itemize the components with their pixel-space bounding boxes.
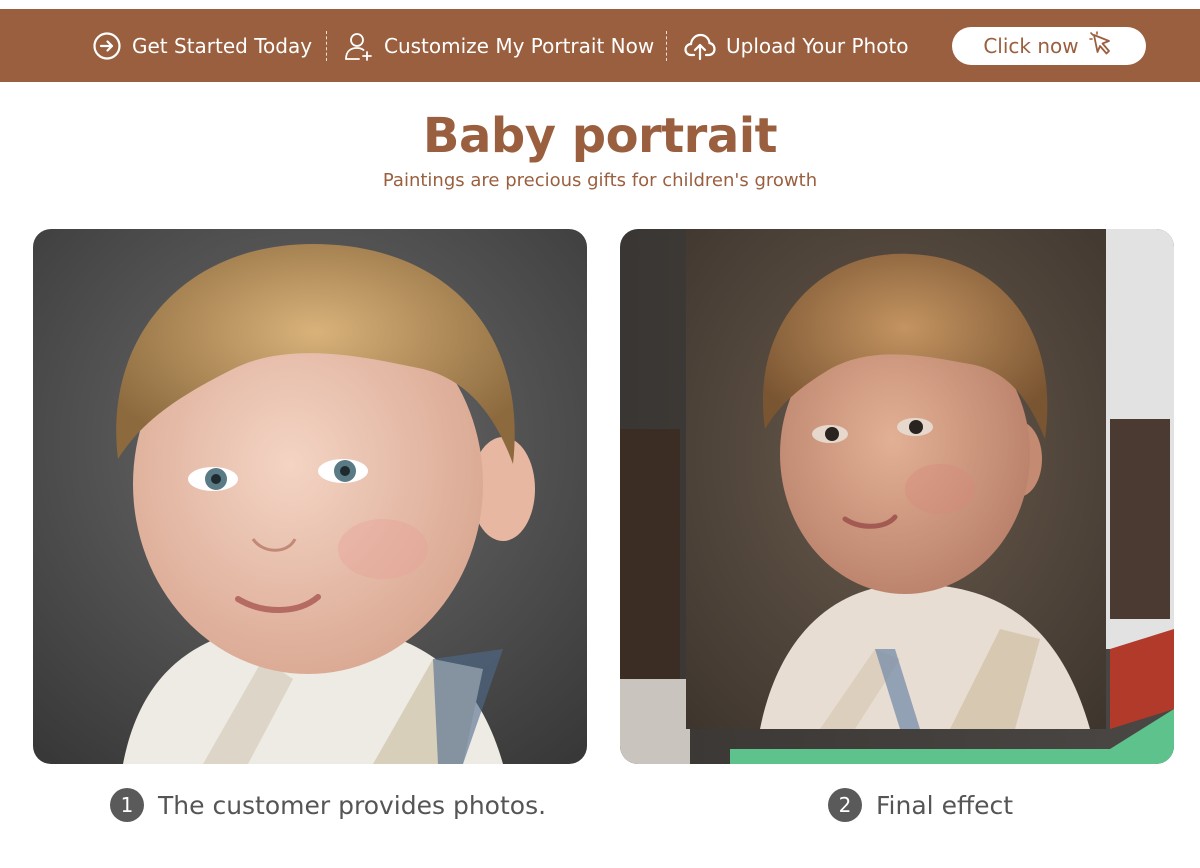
nav-get-started[interactable]: Get Started Today: [92, 9, 312, 82]
user-plus-icon: [344, 30, 374, 62]
step-1-text: The customer provides photos.: [158, 790, 547, 820]
step-2-text: Final effect: [876, 790, 1014, 820]
step-number-badge: 2: [828, 788, 862, 822]
cloud-upload-icon: [684, 31, 716, 61]
step-number-badge: 1: [110, 788, 144, 822]
nav-upload-photo[interactable]: Upload Your Photo: [684, 9, 909, 82]
step-2-caption: 2 Final effect: [828, 785, 1013, 825]
final-painting-photo: [620, 229, 1174, 764]
nav-get-started-label: Get Started Today: [132, 33, 313, 58]
pointer-click-icon: [1088, 30, 1115, 62]
click-now-button[interactable]: Click now: [952, 27, 1146, 65]
nav-divider: [666, 31, 667, 61]
nav-upload-label: Upload Your Photo: [726, 33, 909, 58]
arrow-circle-right-icon: [92, 31, 122, 61]
nav-customize-label: Customize My Portrait Now: [384, 33, 655, 58]
nav-customize-portrait[interactable]: Customize My Portrait Now: [344, 9, 654, 82]
customer-photo: [33, 229, 587, 764]
step-1-caption: 1 The customer provides photos.: [110, 785, 546, 825]
click-now-label: Click now: [983, 34, 1079, 58]
nav-divider: [326, 31, 327, 61]
page-subtitle: Paintings are precious gifts for childre…: [382, 170, 818, 191]
top-nav-bar: Get Started Today Customize My Portrait …: [0, 9, 1200, 82]
page-title: Baby portrait: [422, 108, 778, 164]
